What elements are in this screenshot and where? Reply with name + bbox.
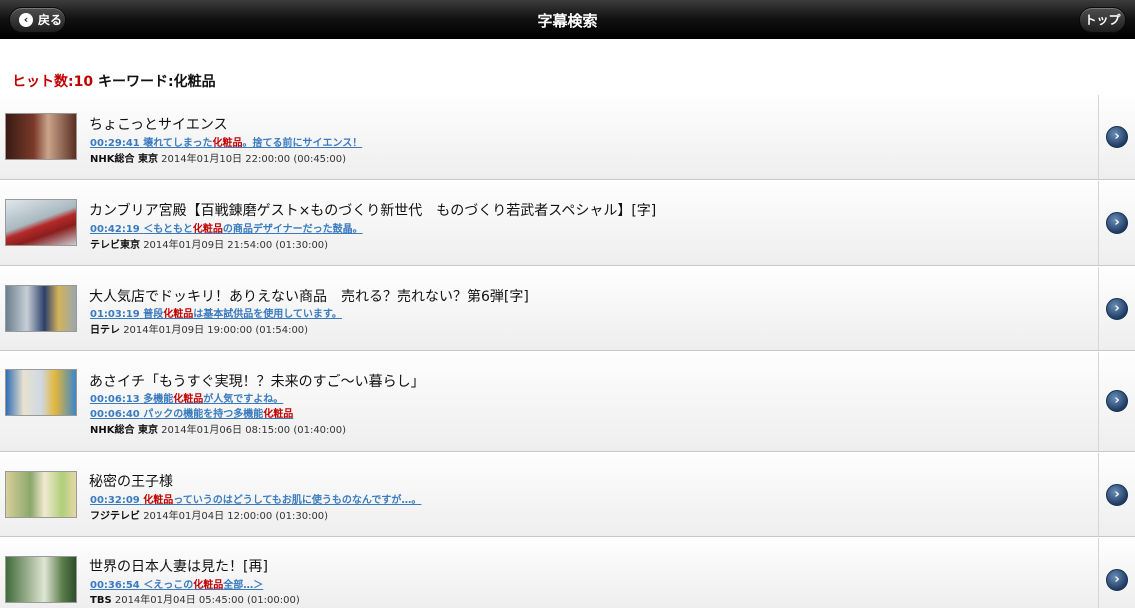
chevron-right-icon[interactable]: › [1106,298,1128,320]
program-thumbnail [5,471,77,518]
keyword-highlight: 化粧品 [143,495,174,506]
channel-name: TBS [90,595,112,606]
subtitle-text: パックの機能を持つ多機能 [143,409,264,420]
keyword-highlight: 化粧品 [163,309,194,320]
program-thumbnail [5,285,77,332]
result-row[interactable]: カンブリア宮殿【百戦錬磨ゲスト×ものづくり新世代 ものづくり若武者スペシャル】[… [0,181,1135,266]
chevron-right-icon[interactable]: › [1106,569,1128,591]
chevron-right-icon[interactable]: › [1106,484,1128,506]
chevron-right-icon[interactable]: › [1106,212,1128,234]
subtitle-link[interactable]: 00:36:54 ＜えっこの化粧品全部…＞ [90,576,263,591]
page-title: 字幕検索 [537,12,598,30]
result-row[interactable]: ちょこっとサイエンス 00:29:41 壊れてしまった化粧品。捨てる前にサイエン… [0,95,1135,180]
subtitle-link[interactable]: 00:32:09 化粧品っていうのはどうしてもお肌に使うものなんですが…。 [90,491,421,506]
subtitle-text: が人気ですよね。 [203,394,284,405]
row-arrow-zone[interactable]: › [1098,453,1135,536]
subtitle-time: 00:06:40 [90,409,140,420]
subtitle-time: 00:29:41 [90,138,140,149]
result-row[interactable]: 世界の日本人妻は見た！[再] 00:36:54 ＜えっこの化粧品全部…＞ TBS… [0,538,1135,608]
subtitle-time: 00:32:09 [90,495,140,506]
keyword-label: キーワード:化粧品 [97,74,216,90]
program-meta: TBS 2014年01月04日 05:45:00 (01:00:00) [90,591,300,606]
program-title: 世界の日本人妻は見た！[再] [89,559,268,575]
broadcast-date: 2014年01月06日 08:15:00 (01:40:00) [161,425,347,436]
program-title: 大人気店でドッキリ！ありえない商品 売れる？売れない？第6弾[字] [89,289,529,305]
subtitle-time: 00:42:19 [90,224,140,235]
keyword-highlight: 化粧品 [192,224,223,235]
broadcast-date: 2014年01月09日 21:54:00 (01:30:00) [143,240,329,251]
program-title: 秘密の王子様 [89,474,173,490]
result-row[interactable]: あさイチ「もうすぐ実現！？未来のすご～い暮らし」 00:06:13 多機能化粧品… [0,352,1135,452]
row-arrow-zone[interactable]: › [1098,95,1135,179]
row-arrow-zone[interactable]: › [1098,267,1135,350]
channel-name: NHK総合 東京 [90,154,158,165]
broadcast-date: 2014年01月10日 22:00:00 (00:45:00) [161,154,347,165]
subtitle-text: ＜もともと [143,224,193,235]
subtitle-link[interactable]: 00:06:40 パックの機能を持つ多機能化粧品 [90,405,293,420]
program-meta: フジテレビ 2014年01月04日 12:00:00 (01:30:00) [90,507,328,522]
subtitle-time: 00:06:13 [90,394,140,405]
program-meta: テレビ東京 2014年01月09日 21:54:00 (01:30:00) [90,236,328,251]
subtitle-time: 00:36:54 [90,580,140,591]
search-summary: ヒット数:10 キーワード:化粧品 [12,71,216,91]
program-title: ちょこっとサイエンス [89,117,228,133]
subtitle-link[interactable]: 01:03:19 普段化粧品は基本試供品を使用しています。 [90,305,342,320]
program-meta: 日テレ 2014年01月09日 19:00:00 (01:54:00) [90,321,308,336]
keyword-highlight: 化粧品 [263,409,294,420]
result-row[interactable]: 秘密の王子様 00:32:09 化粧品っていうのはどうしてもお肌に使うものなんで… [0,453,1135,537]
keyword-highlight: 化粧品 [212,138,243,149]
subtitle-link[interactable]: 00:06:13 多機能化粧品が人気ですよね。 [90,390,283,405]
row-arrow-zone[interactable]: › [1098,538,1135,608]
broadcast-date: 2014年01月09日 19:00:00 (01:54:00) [123,325,309,336]
subtitle-link[interactable]: 00:42:19 ＜もともと化粧品の商品デザイナーだった鼓晶。 [90,220,363,235]
channel-name: フジテレビ [90,511,140,522]
subtitle-text: は基本試供品を使用しています。 [193,309,342,320]
program-title: カンブリア宮殿【百戦錬磨ゲスト×ものづくり新世代 ものづくり若武者スペシャル】[… [89,203,657,219]
row-arrow-zone[interactable]: › [1098,181,1135,265]
hit-count: ヒット数:10 [12,74,94,90]
program-thumbnail [5,199,77,246]
program-thumbnail [5,113,77,160]
program-meta: NHK総合 東京 2014年01月06日 08:15:00 (01:40:00) [90,421,346,436]
channel-name: 日テレ [90,325,120,336]
keyword-highlight: 化粧品 [173,394,204,405]
subtitle-text: 壊れてしまった [143,138,213,149]
chevron-right-icon[interactable]: › [1106,390,1128,412]
channel-name: テレビ東京 [90,240,140,251]
program-title: あさイチ「もうすぐ実現！？未来のすご～い暮らし」 [89,374,425,390]
broadcast-date: 2014年01月04日 12:00:00 (01:30:00) [143,511,329,522]
program-thumbnail [5,556,77,603]
keyword-highlight: 化粧品 [193,580,224,591]
result-row[interactable]: 大人気店でドッキリ！ありえない商品 売れる？売れない？第6弾[字] 01:03:… [0,267,1135,351]
subtitle-text: ＜えっこの [143,580,194,591]
program-thumbnail [5,369,77,416]
broadcast-date: 2014年01月04日 05:45:00 (01:00:00) [114,595,300,606]
row-arrow-zone[interactable]: › [1098,352,1135,451]
subtitle-text: の商品デザイナーだった鼓晶。 [222,224,363,235]
subtitle-text: 全部…＞ [223,580,264,591]
chevron-right-icon[interactable]: › [1106,126,1128,148]
top-button[interactable]: トップ [1079,7,1126,33]
subtitle-text: っていうのはどうしてもお肌に使うものなんですが…。 [173,495,422,506]
subtitle-text: 多機能 [143,394,174,405]
subtitle-time: 01:03:19 [90,309,140,320]
subtitle-text: 。捨てる前にサイエンス！ [242,138,363,149]
subtitle-link[interactable]: 00:29:41 壊れてしまった化粧品。捨てる前にサイエンス！ [90,134,362,149]
channel-name: NHK総合 東京 [90,425,158,436]
subtitle-text: 普段 [143,309,164,320]
program-meta: NHK総合 東京 2014年01月10日 22:00:00 (00:45:00) [90,150,346,165]
top-bar: ‹ 戻る 字幕検索 トップ [0,0,1135,39]
